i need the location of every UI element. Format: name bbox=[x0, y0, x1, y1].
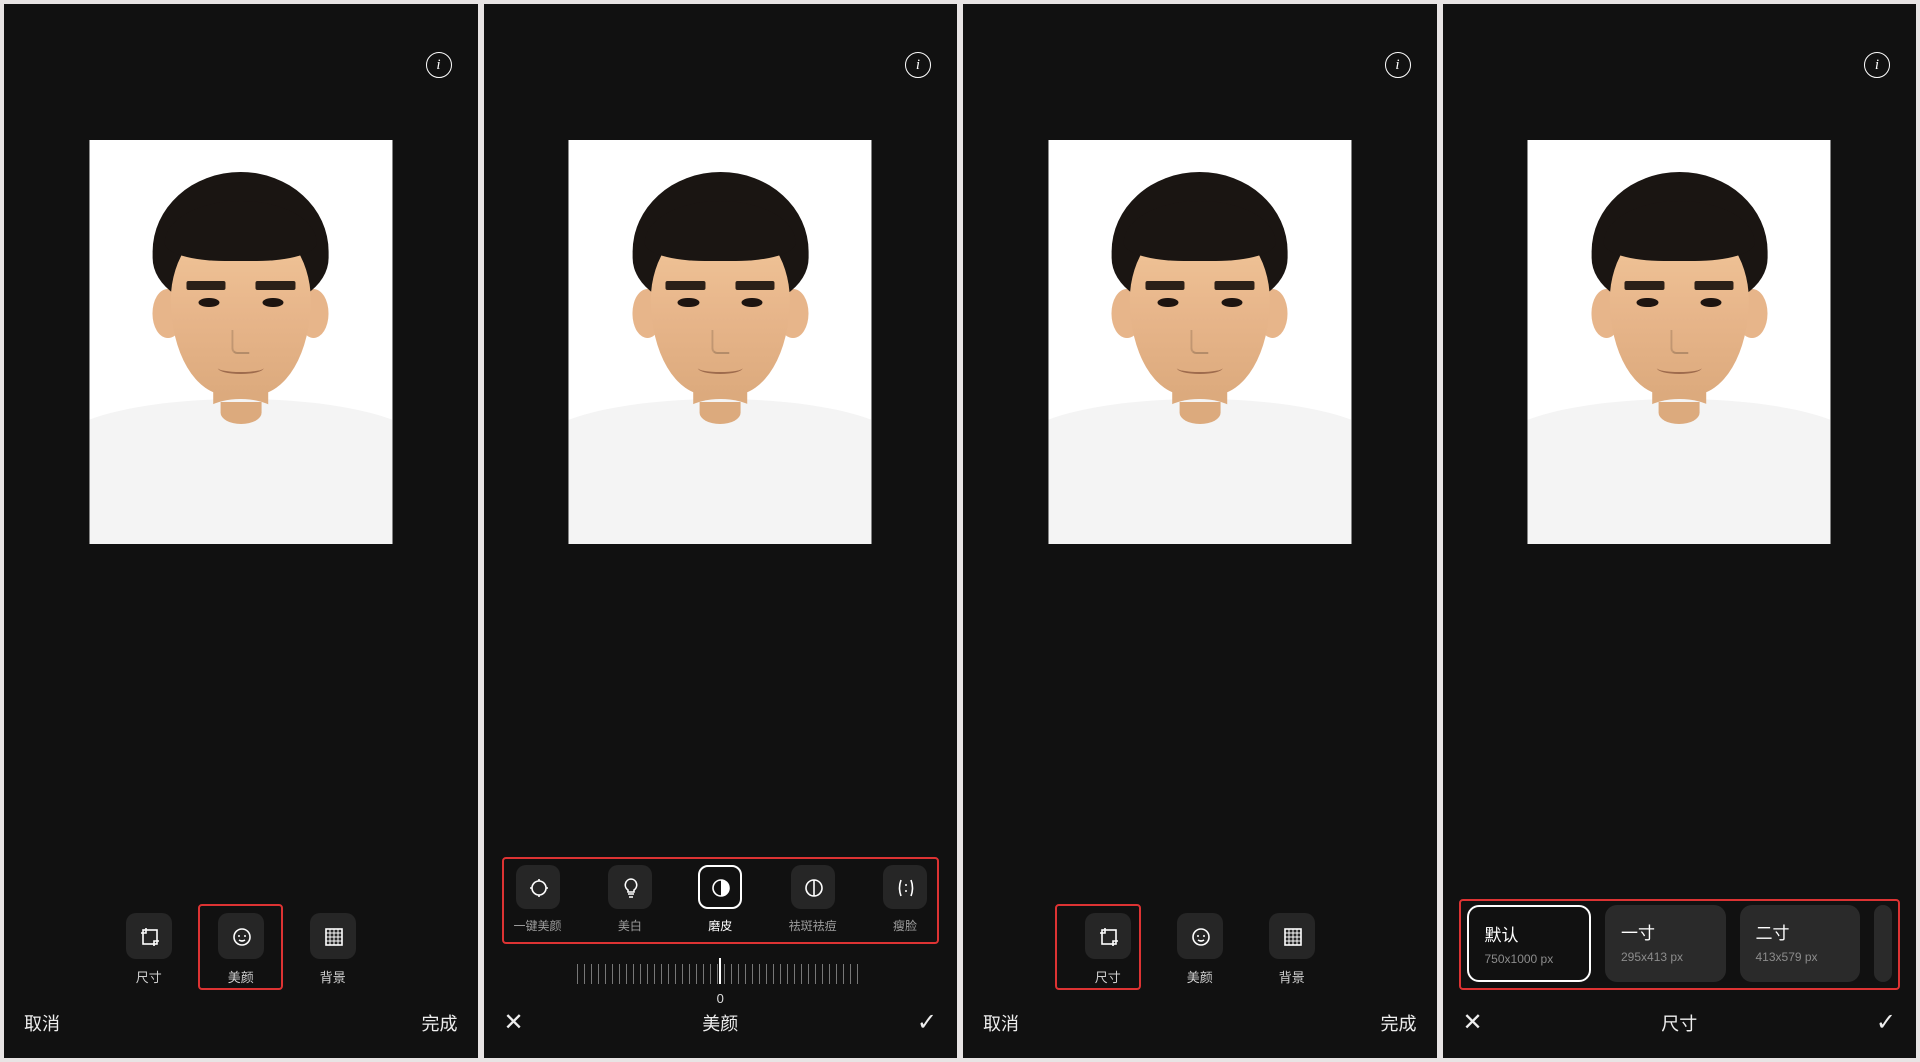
primary-tool-row: 尺寸 美颜 背景 bbox=[24, 913, 458, 992]
info-icon[interactable]: i bbox=[1385, 52, 1411, 78]
tool-background-label: 背景 bbox=[1279, 967, 1305, 986]
size-preset-dim: 295x413 px bbox=[1621, 950, 1710, 964]
beauty-option-row: 一键美颜 美白 磨皮 祛斑祛痘 瘦脸 bbox=[508, 865, 934, 936]
screen-main-size-highlight: i 尺寸 美颜 背景 取消 完成 bbox=[963, 4, 1437, 1058]
close-icon[interactable]: ✕ bbox=[504, 1011, 524, 1035]
size-preset-name: 默认 bbox=[1485, 921, 1574, 946]
photo-preview bbox=[1048, 140, 1351, 544]
info-icon[interactable]: i bbox=[905, 52, 931, 78]
tool-beauty-label: 美颜 bbox=[1187, 967, 1213, 986]
screen-size-presets: i 默认 750x1000 px 一寸 295x413 px 二寸 413x57… bbox=[1443, 4, 1917, 1058]
size-preset-dim: 413x579 px bbox=[1756, 950, 1845, 964]
info-icon[interactable]: infoi bbox=[426, 52, 452, 78]
slider-value: 0 bbox=[717, 991, 724, 1006]
whiten-icon bbox=[619, 876, 641, 898]
beauty-spot[interactable]: 祛斑祛痘 bbox=[789, 865, 837, 934]
beauty-spot-label: 祛斑祛痘 bbox=[789, 917, 837, 934]
tool-beauty-label: 美颜 bbox=[228, 967, 254, 986]
close-icon[interactable]: ✕ bbox=[1463, 1011, 1483, 1035]
photo-preview bbox=[89, 140, 392, 544]
size-preset-1inch[interactable]: 一寸 295x413 px bbox=[1605, 905, 1726, 982]
beauty-whiten-label: 美白 bbox=[618, 917, 642, 934]
beauty-whiten[interactable]: 美白 bbox=[608, 865, 652, 934]
size-preset-more[interactable] bbox=[1874, 905, 1892, 982]
size-preset-2inch[interactable]: 二寸 413x579 px bbox=[1740, 905, 1861, 982]
beauty-slim-label: 瘦脸 bbox=[893, 917, 917, 934]
photo-preview bbox=[569, 140, 872, 544]
beauty-icon bbox=[1189, 925, 1211, 947]
remove-spot-icon bbox=[802, 876, 824, 898]
size-preset-name: 一寸 bbox=[1621, 919, 1710, 944]
tool-size-label: 尺寸 bbox=[136, 967, 162, 986]
beauty-smooth-label: 磨皮 bbox=[708, 917, 732, 934]
panel-title: 美颜 bbox=[702, 1010, 738, 1036]
tool-beauty[interactable]: 美颜 bbox=[1177, 913, 1223, 986]
beauty-one-key-label: 一键美颜 bbox=[514, 917, 562, 934]
slim-face-icon bbox=[894, 876, 916, 898]
screen-beauty-options: i 一键美颜 美白 磨皮 祛斑祛痘 bbox=[484, 4, 958, 1058]
info-icon[interactable]: i bbox=[1864, 52, 1890, 78]
tool-size[interactable]: 尺寸 bbox=[1085, 913, 1131, 986]
tool-size-label: 尺寸 bbox=[1095, 967, 1121, 986]
done-button[interactable]: 完成 bbox=[422, 1010, 458, 1036]
confirm-icon[interactable]: ✓ bbox=[917, 1011, 937, 1035]
tool-background[interactable]: 背景 bbox=[310, 913, 356, 986]
confirm-icon[interactable]: ✓ bbox=[1876, 1011, 1896, 1035]
photo-preview bbox=[1528, 140, 1831, 544]
primary-tool-row: 尺寸 美颜 背景 bbox=[983, 913, 1417, 992]
smooth-skin-icon bbox=[709, 876, 731, 898]
tool-size[interactable]: 尺寸 bbox=[126, 913, 172, 986]
cancel-button[interactable]: 取消 bbox=[983, 1010, 1019, 1036]
intensity-slider[interactable]: 0 bbox=[577, 958, 863, 992]
size-preset-row: 默认 750x1000 px 一寸 295x413 px 二寸 413x579 … bbox=[1465, 905, 1895, 984]
tool-background-label: 背景 bbox=[320, 967, 346, 986]
screen-main-beauty-highlight: infoi 尺寸 美颜 背景 取消 完成 bbox=[4, 4, 478, 1058]
one-key-beauty-icon bbox=[527, 876, 549, 898]
crop-icon bbox=[138, 925, 160, 947]
beauty-slim[interactable]: 瘦脸 bbox=[883, 865, 927, 934]
background-icon bbox=[322, 925, 344, 947]
cancel-button[interactable]: 取消 bbox=[24, 1010, 60, 1036]
background-icon bbox=[1281, 925, 1303, 947]
beauty-icon bbox=[230, 925, 252, 947]
size-preset-dim: 750x1000 px bbox=[1485, 952, 1574, 966]
done-button[interactable]: 完成 bbox=[1381, 1010, 1417, 1036]
crop-icon bbox=[1097, 925, 1119, 947]
size-preset-default[interactable]: 默认 750x1000 px bbox=[1467, 905, 1592, 982]
panel-title: 尺寸 bbox=[1661, 1010, 1697, 1036]
beauty-smooth[interactable]: 磨皮 bbox=[698, 865, 742, 934]
tool-background[interactable]: 背景 bbox=[1269, 913, 1315, 986]
beauty-one-key[interactable]: 一键美颜 bbox=[514, 865, 562, 934]
size-preset-name: 二寸 bbox=[1756, 919, 1845, 944]
tool-beauty[interactable]: 美颜 bbox=[218, 913, 264, 986]
